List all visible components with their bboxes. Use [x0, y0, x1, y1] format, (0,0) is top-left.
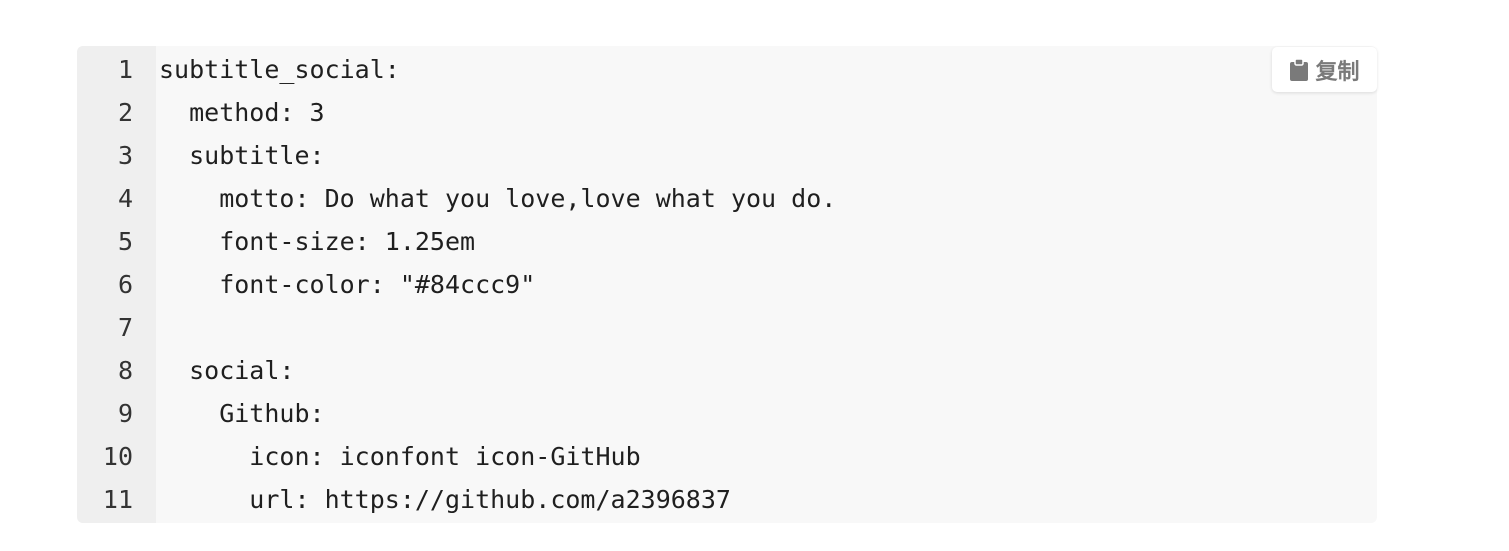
- code-line: url: https://github.com/a2396837: [159, 485, 731, 514]
- line-number: 1: [117, 55, 133, 84]
- code-line: subtitle_social:: [159, 55, 400, 84]
- line-number: 8: [117, 356, 133, 385]
- code-line: subtitle:: [159, 141, 325, 170]
- clipboard-icon: [1289, 57, 1309, 82]
- line-number: 2: [117, 98, 133, 127]
- code-line: icon: iconfont icon-GitHub: [159, 442, 641, 471]
- line-number: 9: [117, 399, 133, 428]
- code-line: font-color: "#84ccc9": [159, 270, 536, 299]
- code-line: social:: [159, 356, 295, 385]
- code-line: method: 3: [159, 98, 325, 127]
- copy-button-label: 复制: [1315, 59, 1360, 85]
- copy-button[interactable]: 复制: [1272, 47, 1377, 92]
- line-number: 10: [102, 442, 133, 471]
- line-number: 4: [117, 184, 133, 213]
- line-number: 11: [102, 485, 133, 514]
- line-number: 7: [117, 313, 133, 342]
- line-number: 3: [117, 141, 133, 170]
- line-number: 5: [117, 227, 133, 256]
- code-line: motto: Do what you love,love what you do…: [159, 184, 837, 213]
- line-number: 6: [117, 270, 133, 299]
- code-content[interactable]: subtitle_social: method: 3 subtitle: mot…: [156, 46, 1377, 523]
- code-line: Github:: [159, 399, 325, 428]
- code-block: 1 2 3 4 5 6 7 8 9 10 11 subtitle_social:…: [77, 46, 1377, 523]
- code-line: font-size: 1.25em: [159, 227, 476, 256]
- line-number-gutter: 1 2 3 4 5 6 7 8 9 10 11: [77, 46, 156, 523]
